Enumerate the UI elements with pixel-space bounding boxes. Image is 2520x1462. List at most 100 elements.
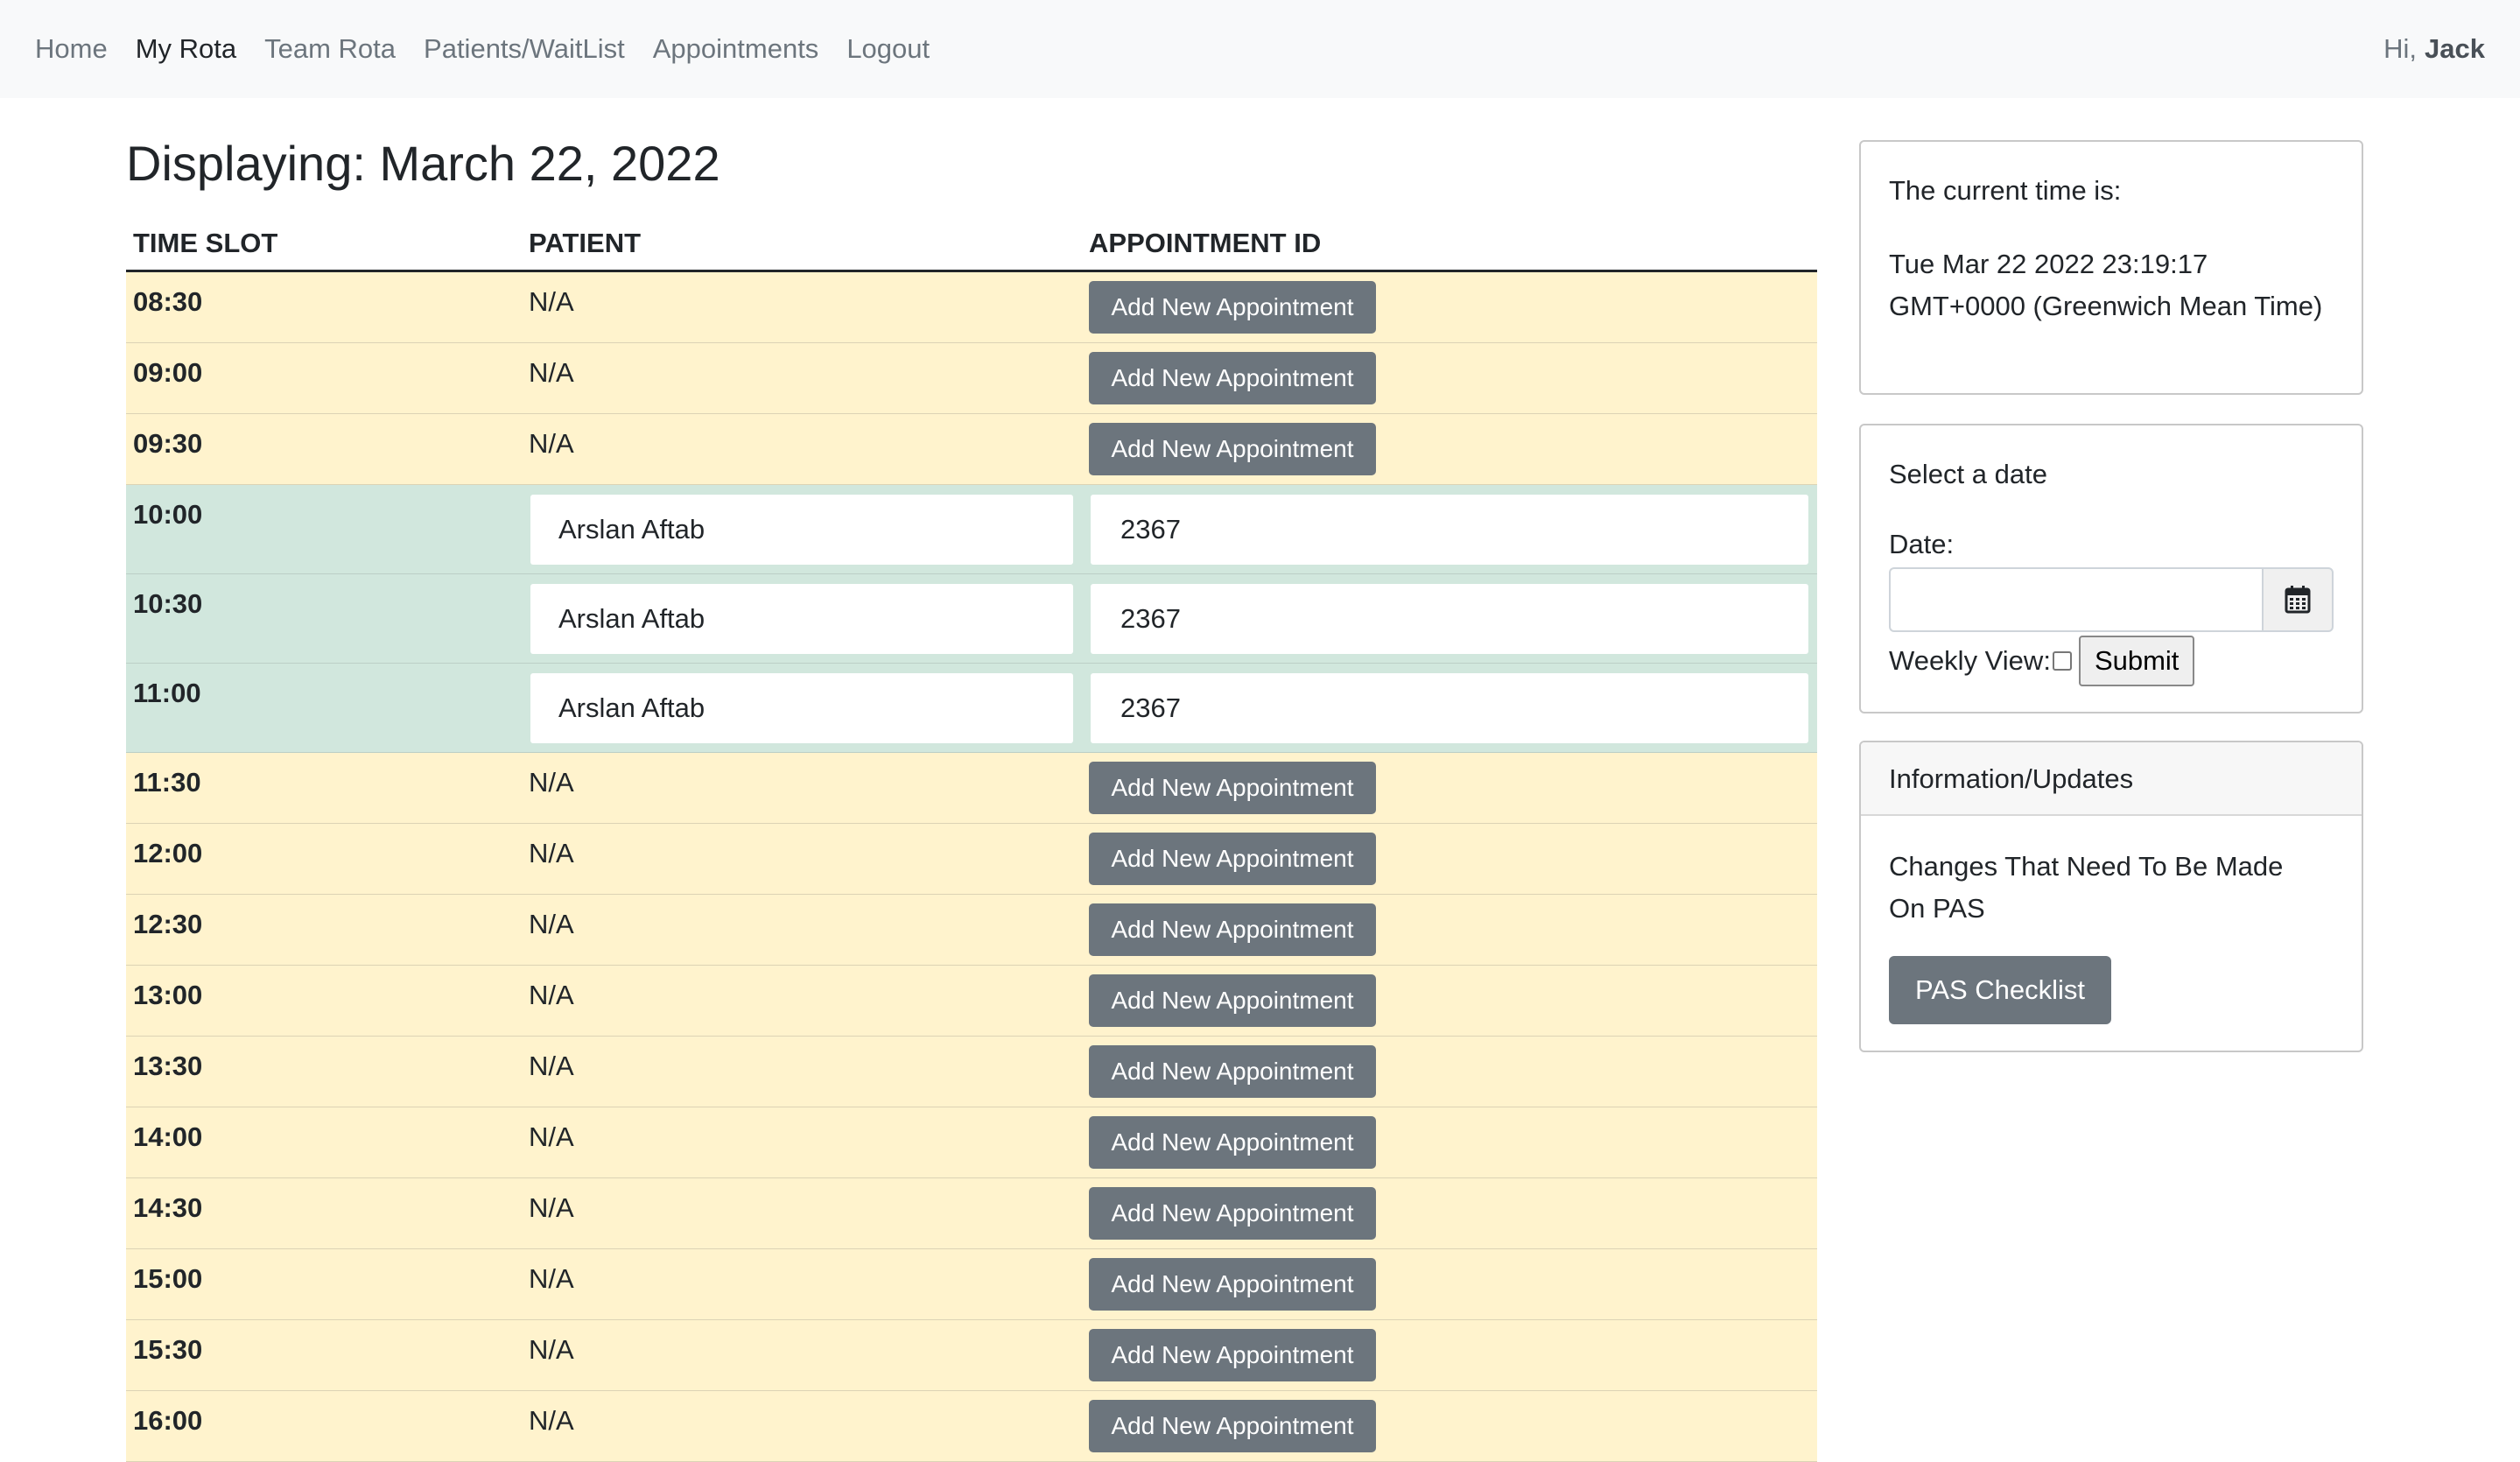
patient-cell: N/A (529, 1192, 574, 1223)
table-header: TIME SLOT PATIENT APPOINTMENT ID (126, 221, 1817, 272)
time-slot-cell: 09:00 (133, 357, 203, 388)
date-picker-card: Select a date Date: Weekly View: Submit (1859, 424, 2363, 713)
table-row: 13:30 N/A Add New Appointment (126, 1037, 1817, 1107)
add-new-appointment-button[interactable]: Add New Appointment (1089, 833, 1376, 885)
table-row-booked: 10:00 Arslan Aftab 2367 (126, 485, 1817, 574)
table-row: 08:30 N/A Add New Appointment (126, 272, 1817, 343)
add-new-appointment-button[interactable]: Add New Appointment (1089, 1187, 1376, 1240)
date-label: Date: (1889, 529, 1955, 559)
nav-link-patients-waitlist[interactable]: Patients/WaitList (424, 33, 625, 65)
column-header-time-slot: TIME SLOT (133, 228, 278, 258)
user-name: Jack (2425, 33, 2485, 64)
nav-link-home[interactable]: Home (35, 33, 108, 65)
table-body: 08:30 N/A Add New Appointment 09:00 N/A Add N… (126, 272, 1817, 1462)
add-new-appointment-button[interactable]: Add New Appointment (1089, 1400, 1376, 1452)
patient-cell: N/A (529, 286, 574, 317)
nav-links: Home My Rota Team Rota Patients/WaitList App… (35, 0, 958, 98)
add-new-appointment-button[interactable]: Add New Appointment (1089, 974, 1376, 1027)
table-row: 16:00 N/A Add New Appointment (126, 1391, 1817, 1462)
time-slot-cell: 14:00 (133, 1121, 203, 1152)
appointment-id-field[interactable]: 2367 (1091, 495, 1808, 565)
patient-cell: N/A (529, 428, 574, 459)
appointment-id-field[interactable]: 2367 (1091, 584, 1808, 654)
date-input[interactable] (1889, 567, 2262, 632)
rota-table: TIME SLOT PATIENT APPOINTMENT ID 08:30 N/… (126, 221, 1817, 1462)
add-new-appointment-button[interactable]: Add New Appointment (1089, 762, 1376, 814)
greeting-prefix: Hi, (2383, 33, 2418, 64)
nav-link-my-rota[interactable]: My Rota (136, 33, 236, 65)
patient-cell: N/A (529, 1051, 574, 1081)
pas-checklist-button[interactable]: PAS Checklist (1889, 956, 2111, 1024)
patient-field[interactable]: Arslan Aftab (530, 495, 1073, 565)
patient-cell: N/A (529, 1121, 574, 1152)
table-row-booked: 10:30 Arslan Aftab 2367 (126, 574, 1817, 664)
info-card-header: Information/Updates (1861, 742, 2362, 816)
time-slot-cell: 12:30 (133, 909, 203, 939)
table-row: 15:30 N/A Add New Appointment (126, 1320, 1817, 1391)
time-slot-cell: 12:00 (133, 838, 203, 868)
nav-link-logout[interactable]: Logout (846, 33, 930, 65)
patient-cell: N/A (529, 1334, 574, 1365)
current-time-card: The current time is: Tue Mar 22 2022 23:… (1859, 140, 2363, 395)
current-time-value: Tue Mar 22 2022 23:19:17 GMT+0000 (Green… (1889, 249, 2323, 321)
page-title: Displaying: March 22, 2022 (126, 136, 720, 191)
add-new-appointment-button[interactable]: Add New Appointment (1089, 352, 1376, 404)
add-new-appointment-button[interactable]: Add New Appointment (1089, 1329, 1376, 1381)
info-card-title: Information/Updates (1889, 763, 2134, 794)
add-new-appointment-button[interactable]: Add New Appointment (1089, 423, 1376, 475)
patient-cell: N/A (529, 357, 574, 388)
patient-cell: N/A (529, 1405, 574, 1436)
time-slot-cell: 15:00 (133, 1263, 203, 1294)
table-row: 12:30 N/A Add New Appointment (126, 895, 1817, 966)
information-updates-card: Information/Updates Changes That Need To… (1859, 741, 2363, 1052)
patient-cell: N/A (529, 1263, 574, 1294)
time-slot-cell: 08:30 (133, 286, 203, 317)
patient-field[interactable]: Arslan Aftab (530, 673, 1073, 743)
table-row: 14:30 N/A Add New Appointment (126, 1178, 1817, 1249)
add-new-appointment-button[interactable]: Add New Appointment (1089, 281, 1376, 334)
date-card-title: Select a date (1889, 459, 2047, 489)
info-card-text: Changes That Need To Be Made On PAS (1889, 851, 2284, 924)
add-new-appointment-button[interactable]: Add New Appointment (1089, 903, 1376, 956)
weekly-view-checkbox[interactable] (2052, 651, 2072, 671)
weekly-view-row: Weekly View: Submit (1889, 634, 2195, 688)
table-row: 11:30 N/A Add New Appointment (126, 753, 1817, 824)
time-slot-cell: 09:30 (133, 428, 203, 459)
time-slot-cell: 10:00 (133, 499, 203, 530)
patient-cell: N/A (529, 909, 574, 939)
patient-cell: N/A (529, 838, 574, 868)
time-slot-cell: 16:00 (133, 1405, 203, 1436)
submit-button[interactable]: Submit (2078, 636, 2195, 686)
table-row: 12:00 N/A Add New Appointment (126, 824, 1817, 895)
current-time-label: The current time is: (1889, 175, 2122, 206)
add-new-appointment-button[interactable]: Add New Appointment (1089, 1116, 1376, 1169)
nav-link-appointments[interactable]: Appointments (653, 33, 819, 65)
column-header-patient: PATIENT (529, 228, 642, 258)
table-row-booked: 11:00 Arslan Aftab 2367 (126, 664, 1817, 753)
add-new-appointment-button[interactable]: Add New Appointment (1089, 1045, 1376, 1098)
table-row: 13:00 N/A Add New Appointment (126, 966, 1817, 1037)
time-slot-cell: 11:00 (133, 678, 201, 708)
nav-link-team-rota[interactable]: Team Rota (264, 33, 396, 65)
weekly-view-label: Weekly View: (1889, 645, 2051, 676)
column-header-appointment-id: APPOINTMENT ID (1089, 228, 1322, 258)
user-greeting: Hi, Jack (2383, 0, 2485, 98)
table-row: 15:00 N/A Add New Appointment (126, 1249, 1817, 1320)
time-slot-cell: 14:30 (133, 1192, 203, 1223)
time-slot-cell: 10:30 (133, 588, 203, 619)
time-slot-cell: 13:00 (133, 980, 203, 1010)
top-navbar: Home My Rota Team Rota Patients/WaitList App… (0, 0, 2520, 98)
time-slot-cell: 11:30 (133, 767, 201, 798)
table-row: 09:00 N/A Add New Appointment (126, 343, 1817, 414)
table-row: 14:00 N/A Add New Appointment (126, 1107, 1817, 1178)
calendar-button[interactable] (2262, 567, 2334, 632)
table-row: 09:30 N/A Add New Appointment (126, 414, 1817, 485)
add-new-appointment-button[interactable]: Add New Appointment (1089, 1258, 1376, 1311)
patient-field[interactable]: Arslan Aftab (530, 584, 1073, 654)
patient-cell: N/A (529, 767, 574, 798)
time-slot-cell: 15:30 (133, 1334, 203, 1365)
appointment-id-field[interactable]: 2367 (1091, 673, 1808, 743)
time-slot-cell: 13:30 (133, 1051, 203, 1081)
patient-cell: N/A (529, 980, 574, 1010)
calendar-icon (2285, 586, 2311, 614)
